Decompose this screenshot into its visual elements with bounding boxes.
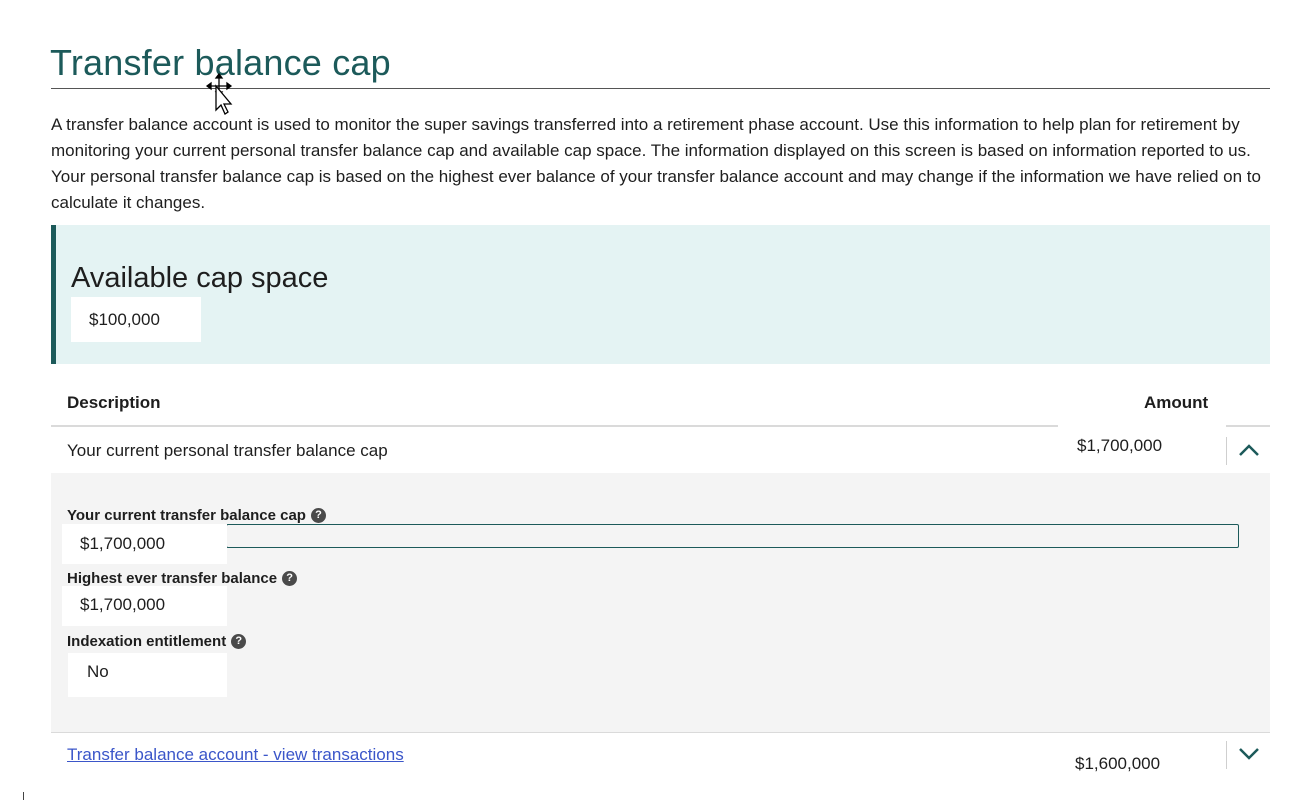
highest-balance-label: Highest ever transfer balance bbox=[67, 570, 278, 587]
chevron-down-icon bbox=[1238, 748, 1259, 760]
cap-space-value: $100,000 bbox=[71, 297, 201, 342]
row-transactions-amount: $1,600,000 bbox=[1075, 754, 1161, 773]
help-icon[interactable]: ? bbox=[310, 508, 326, 523]
row-current-cap-description: Your current personal transfer balance c… bbox=[67, 441, 388, 460]
highest-balance-value: $1,700,000 bbox=[62, 586, 227, 626]
header-divider-toggle bbox=[1226, 425, 1270, 427]
current-cap-details-panel: Your current transfer balance cap ? $1,7… bbox=[51, 473, 1270, 732]
highest-balance-field: Highest ever transfer balance ? bbox=[67, 570, 298, 587]
edge-marker bbox=[23, 792, 24, 800]
column-header-amount: Amount bbox=[1144, 393, 1209, 412]
intro-paragraph: A transfer balance account is used to mo… bbox=[51, 115, 1261, 212]
chevron-up-icon bbox=[1238, 444, 1259, 456]
help-icon[interactable]: ? bbox=[231, 634, 247, 649]
current-cap-label: Your current transfer balance cap bbox=[67, 507, 306, 524]
current-cap-value: $1,700,000 bbox=[62, 524, 227, 564]
column-header-description: Description bbox=[67, 393, 161, 412]
help-icon[interactable]: ? bbox=[282, 571, 298, 586]
view-transactions-link[interactable]: Transfer balance account - view transact… bbox=[67, 745, 404, 765]
move-cursor-icon bbox=[205, 72, 233, 115]
row-current-cap-amount: $1,700,000 bbox=[1077, 436, 1163, 455]
indexation-value: No bbox=[68, 653, 227, 697]
indexation-label: Indexation entitlement bbox=[67, 633, 227, 650]
available-cap-space-panel: Available cap space $100,000 bbox=[51, 225, 1270, 364]
indexation-field: Indexation entitlement ? bbox=[67, 633, 247, 650]
collapse-row-button[interactable] bbox=[1226, 437, 1270, 465]
cap-space-heading: Available cap space bbox=[71, 262, 329, 294]
focus-outline bbox=[226, 524, 1239, 548]
current-cap-field: Your current transfer balance cap ? bbox=[67, 507, 326, 524]
row-divider bbox=[51, 732, 1270, 733]
expand-row-button[interactable] bbox=[1226, 741, 1270, 769]
header-divider bbox=[51, 425, 1058, 427]
